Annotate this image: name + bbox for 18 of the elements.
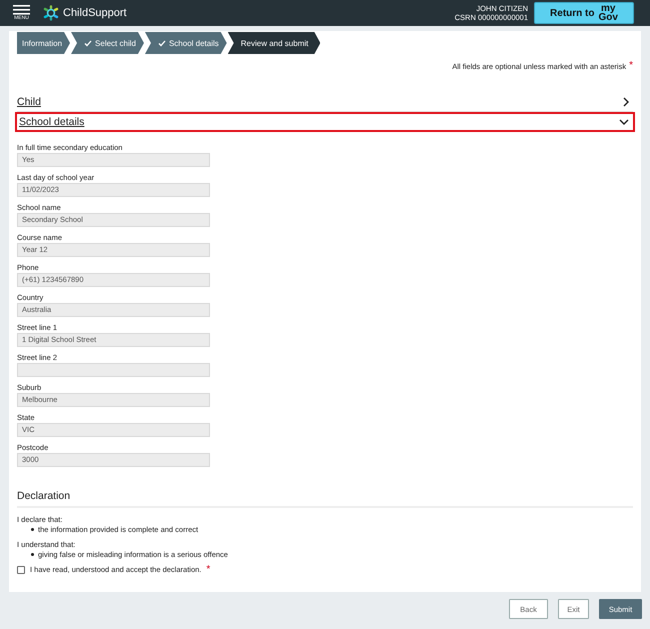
menu-icon bbox=[13, 5, 30, 15]
chevron-right-icon bbox=[623, 97, 629, 107]
progress-step[interactable]: School details bbox=[144, 32, 227, 54]
bullet-icon bbox=[31, 553, 34, 556]
logo-icon bbox=[43, 5, 59, 21]
bullet-icon bbox=[31, 528, 34, 531]
required-asterisk: * bbox=[629, 62, 633, 71]
progress-step[interactable]: Select child bbox=[71, 32, 144, 54]
checkbox[interactable] bbox=[17, 566, 25, 574]
chevron-down-icon bbox=[619, 119, 629, 125]
accordion-header[interactable]: School details bbox=[15, 112, 635, 132]
accordion-header[interactable]: Child bbox=[17, 93, 633, 112]
input-field[interactable] bbox=[17, 363, 210, 377]
progress-step[interactable]: Information bbox=[17, 32, 70, 54]
section-heading: Declaration bbox=[17, 490, 633, 508]
required-asterisk: * bbox=[206, 566, 210, 574]
progress-step[interactable]: Review and submit bbox=[228, 32, 320, 54]
app-name: ChildSupport bbox=[63, 7, 127, 19]
